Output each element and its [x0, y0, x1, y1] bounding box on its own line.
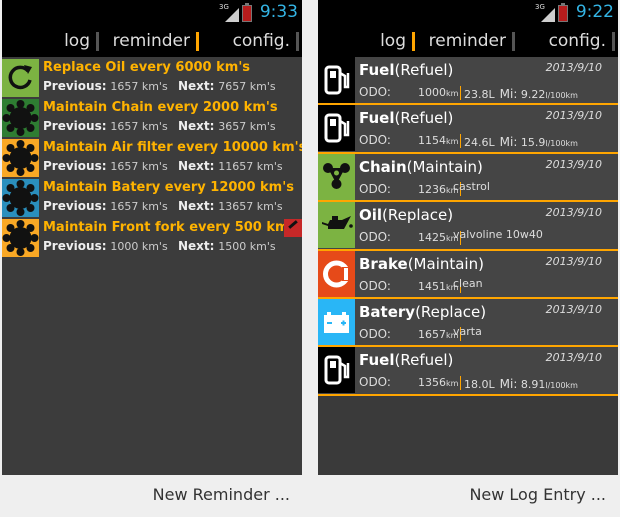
reminder-item-chain[interactable]: Maintain Chain every 2000 km's Previous:…: [2, 97, 302, 137]
reminder-item-front-fork[interactable]: Maintain Front fork every 500 km's Previ…: [2, 217, 302, 257]
reminder-title: Maintain Batery every 12000 km's: [43, 180, 294, 195]
log-note: clean: [453, 276, 483, 290]
footer-bar: New Log Entry ...: [318, 475, 618, 517]
new-reminder-button[interactable]: New Reminder ...: [153, 485, 290, 504]
car-battery-icon: [318, 298, 355, 345]
log-note: castrol: [453, 179, 490, 193]
log-entry-battery[interactable]: Batery(Replace) 2013/9/10 ODO: 1657km var…: [318, 298, 618, 348]
tab-config[interactable]: config.: [202, 26, 302, 57]
log-screen: 3G 9:22 log reminder config. Fuel(Refuel…: [318, 0, 618, 517]
chain-icon: [318, 153, 355, 200]
tab-log[interactable]: log: [318, 26, 418, 57]
wrench-icon[interactable]: [284, 219, 302, 237]
reminder-title: Maintain Chain every 2000 km's: [43, 100, 278, 115]
log-date: 2013/9/10: [545, 302, 602, 316]
status-bar: 3G 9:22: [318, 0, 618, 26]
log-entry-fuel[interactable]: Fuel(Refuel) 2013/9/10 ODO: 1000km 23.8L M…: [318, 57, 618, 106]
reminder-list: Replace Oil every 6000 km's Previous: 16…: [2, 57, 302, 475]
tab-config[interactable]: config.: [518, 26, 618, 57]
log-entry-fuel[interactable]: Fuel(Refuel) 2013/9/10 ODO: 1356km 18.0L M…: [318, 347, 618, 396]
tab-bar: log reminder config.: [2, 26, 302, 57]
tab-bar: log reminder config.: [318, 26, 618, 57]
chain-sprocket-icon: [2, 99, 39, 137]
log-date: 2013/9/10: [545, 206, 602, 220]
air-filter-sprocket-icon: [2, 139, 39, 177]
log-date: 2013/9/10: [545, 157, 602, 171]
log-date: 2013/9/10: [545, 109, 602, 123]
fuel-pump-icon: [318, 105, 355, 152]
brake-disc-icon: [318, 250, 355, 297]
footer-bar: New Reminder ...: [2, 475, 302, 517]
status-clock: 9:22: [575, 2, 614, 22]
reminder-item-oil[interactable]: Replace Oil every 6000 km's Previous: 16…: [2, 57, 302, 97]
log-date: 2013/9/10: [545, 61, 602, 74]
status-bar: 3G 9:33: [2, 0, 302, 26]
log-entry-brake[interactable]: Brake(Maintain) 2013/9/10 ODO: 1451km cle…: [318, 250, 618, 299]
signal-icon: 3G: [535, 3, 555, 22]
fuel-pump-icon: [318, 347, 355, 394]
reminder-title: Replace Oil every 6000 km's: [43, 60, 251, 75]
log-entry-fuel[interactable]: Fuel(Refuel) 2013/9/10 ODO: 1154km 24.6L M…: [318, 105, 618, 154]
log-entry-oil[interactable]: Oil(Replace) 2013/9/10 ODO: 1425km valvol…: [318, 202, 618, 251]
reminder-title: Maintain Front fork every 500 km's: [43, 220, 301, 235]
log-date: 2013/9/10: [545, 254, 602, 268]
log-note: varta: [453, 324, 482, 338]
reminder-item-battery[interactable]: Maintain Batery every 12000 km's Previou…: [2, 177, 302, 217]
battery-icon: [242, 3, 252, 22]
tab-reminder[interactable]: reminder: [418, 26, 518, 57]
log-date: 2013/9/10: [545, 351, 602, 365]
tab-reminder[interactable]: reminder: [102, 26, 202, 57]
battery-sprocket-icon: [2, 179, 39, 217]
log-list: Fuel(Refuel) 2013/9/10 ODO: 1000km 23.8L M…: [318, 57, 618, 475]
battery-icon: [558, 3, 568, 22]
reminder-item-air-filter[interactable]: Maintain Air filter every 10000 km's Pre…: [2, 137, 302, 177]
status-clock: 9:33: [259, 2, 298, 22]
oil-can-icon: [318, 202, 355, 249]
refresh-icon: [2, 59, 39, 97]
fuel-pump-icon: [318, 57, 355, 103]
signal-icon: 3G: [219, 3, 239, 22]
new-log-entry-button[interactable]: New Log Entry ...: [469, 485, 606, 504]
tab-log[interactable]: log: [2, 26, 102, 57]
log-note: valvoline 10w40: [453, 228, 543, 242]
fork-sprocket-icon: [2, 219, 39, 257]
log-entry-chain[interactable]: Chain(Maintain) 2013/9/10 ODO: 1236km cas…: [318, 153, 618, 203]
reminder-title: Maintain Air filter every 10000 km's: [43, 140, 302, 155]
reminder-screen: 3G 9:33 log reminder config. Replace Oil…: [2, 0, 302, 517]
